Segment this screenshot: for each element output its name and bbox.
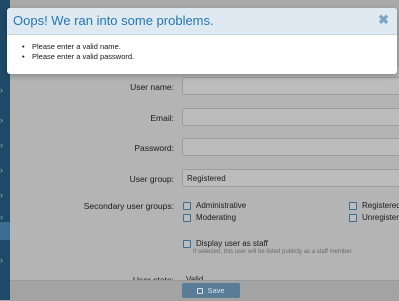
chevron-icon[interactable]: › [0,212,8,222]
checkbox-label: Display user as staff [196,239,268,248]
email-input[interactable] [182,108,399,126]
save-label: Save [207,286,225,295]
user-group-select[interactable]: Registered [182,169,399,187]
chevron-icon[interactable]: › [0,165,8,175]
checkbox-box[interactable] [183,201,191,210]
checkbox-label: Administrative [196,201,247,210]
group-checkbox-registered[interactable]: Registered [349,201,399,210]
secondary-groups-label: Secondary user groups: [83,201,174,211]
checkbox-box[interactable] [349,213,357,222]
chevron-icon[interactable]: › [0,85,8,95]
chevron-icon[interactable]: › [0,190,8,200]
chevron-icon[interactable]: › [0,115,8,125]
chevron-icon[interactable]: › [0,140,8,150]
checkbox-box[interactable] [183,213,191,222]
group-checkbox-administrative[interactable]: Administrative [183,201,246,210]
password-input[interactable] [182,138,399,156]
checkbox-box[interactable] [349,201,357,210]
display-staff-hint: If selected, this user will be listed pu… [193,249,353,255]
checkbox-label: Registered [362,201,399,210]
dialog-header: Oops! We ran into some problems. ✖ [7,8,397,35]
user-group-label: User group: [129,174,174,184]
save-button[interactable]: Save [182,283,240,298]
chevron-icon[interactable]: › [0,255,8,265]
display-staff-checkbox[interactable]: Display user as staff [183,239,268,248]
checkbox-box[interactable] [183,239,191,248]
checkbox-label: Unregistered [362,213,399,222]
password-label: Password: [134,143,174,153]
group-checkbox-unregistered[interactable]: Unregistered [349,213,399,222]
error-list: Please enter a valid name. Please enter … [7,35,397,62]
error-item: Please enter a valid password. [22,52,397,62]
checkbox-label: Moderating [196,213,237,222]
save-icon [197,287,204,294]
email-label: Email: [150,113,174,123]
close-icon[interactable]: ✖ [378,13,389,27]
sidebar-active-item[interactable] [0,222,10,240]
username-label: User name: [130,82,174,92]
error-dialog: Oops! We ran into some problems. ✖ Pleas… [7,8,397,74]
username-input[interactable] [182,77,399,95]
group-checkbox-moderating[interactable]: Moderating [183,213,236,222]
dialog-title: Oops! We ran into some problems. [13,13,214,28]
error-item: Please enter a valid name. [22,42,397,52]
